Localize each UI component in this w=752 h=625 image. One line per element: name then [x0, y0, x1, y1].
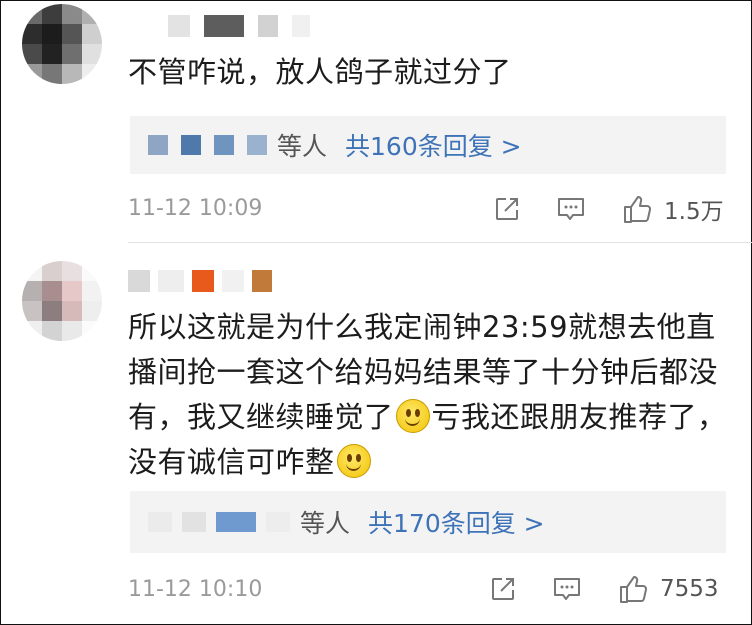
smiley-emoji-icon — [336, 444, 371, 478]
comment-icon[interactable] — [554, 192, 588, 226]
reply-users-blurred — [148, 512, 290, 532]
comment-item: 所以这就是为什么我定闹钟23:59就想去他直播间抢一套这个给妈妈结果等了十分钟后… — [0, 243, 752, 623]
share-icon[interactable] — [486, 572, 520, 606]
thumbs-up-icon — [624, 196, 651, 223]
username-blurred[interactable] — [168, 14, 310, 38]
reply-users-suffix: 等人 — [300, 509, 351, 538]
replies-preview[interactable]: 等人 共160条回复 > — [130, 116, 726, 174]
comment-icon[interactable] — [550, 572, 584, 606]
avatar[interactable] — [22, 4, 102, 84]
like-count: 1.5万 — [664, 199, 724, 225]
like-button[interactable]: 7553 — [618, 573, 719, 605]
comment-actions: 7553 — [486, 572, 719, 606]
share-icon[interactable] — [490, 192, 524, 226]
reply-users-suffix: 等人 — [277, 132, 328, 161]
view-replies-link[interactable]: 共170条回复 > — [368, 504, 545, 540]
username-blurred[interactable] — [128, 269, 272, 293]
comment-text: 所以这就是为什么我定闹钟23:59就想去他直播间抢一套这个给妈妈结果等了十分钟后… — [128, 305, 728, 485]
like-button[interactable]: 1.5万 — [622, 192, 724, 226]
comment-text: 不管咋说，放人鸽子就过分了 — [128, 55, 512, 89]
smiley-emoji-icon — [395, 399, 430, 433]
like-count: 7553 — [660, 576, 719, 602]
view-replies-link[interactable]: 共160条回复 > — [345, 127, 522, 163]
avatar[interactable] — [22, 261, 102, 341]
reply-users-blurred — [148, 135, 267, 155]
timestamp: 11-12 10:09 — [128, 196, 263, 221]
comment-actions: 1.5万 — [490, 192, 724, 226]
thumbs-up-icon — [620, 576, 647, 603]
comment-item: 不管咋说，放人鸽子就过分了 等人 共160条回复 > 11-12 10:09 1… — [0, 0, 752, 240]
replies-preview[interactable]: 等人 共170条回复 > — [130, 491, 726, 553]
timestamp: 11-12 10:10 — [128, 577, 263, 602]
